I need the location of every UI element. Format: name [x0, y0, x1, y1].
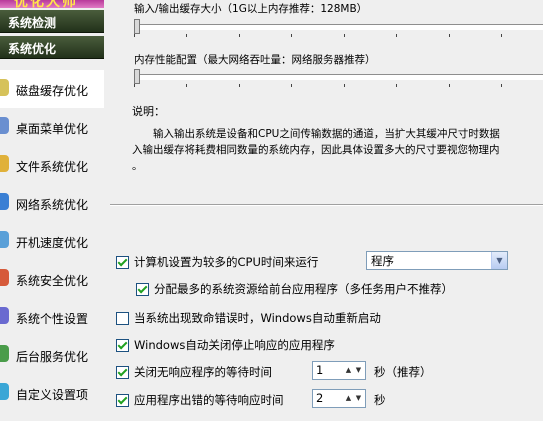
sidebar-item-label: 后台服务优化 [16, 350, 89, 364]
sidebar-item-label: 自定义设置项 [16, 388, 89, 402]
error-wait-unit: 秒 [374, 393, 386, 407]
sidebar-item[interactable]: 网络系统优化 [0, 184, 104, 222]
sidebar-item-label: 开机速度优化 [16, 236, 89, 250]
shield-icon [0, 269, 9, 286]
auto-restart-option[interactable]: 当系统出现致命错误时，Windows自动重新启动 [116, 310, 381, 326]
sidebar-item-label: 网络系统优化 [16, 198, 89, 212]
sidebar-item-label: 系统安全优化 [16, 274, 89, 288]
gear-icon [0, 383, 9, 400]
disk-icon [0, 79, 9, 96]
cpu-time-select[interactable]: 程序 ▼ [366, 251, 508, 270]
io-cache-slider[interactable] [134, 19, 543, 37]
auto-close-option[interactable]: Windows自动关闭停止响应的应用程序 [116, 337, 335, 353]
divider [110, 204, 543, 206]
chevron-down-icon[interactable]: ▼ [491, 252, 507, 269]
service-icon [0, 345, 9, 362]
sidebar-item[interactable]: 系统安全优化 [0, 260, 104, 298]
power-icon [0, 231, 9, 248]
slider-thumb[interactable] [134, 19, 140, 34]
close-wait-option[interactable]: 关闭无响应程序的等待时间 [116, 364, 272, 380]
error-wait-label: 应用程序出错的等待响应时间 [134, 393, 284, 407]
sidebar-item[interactable]: 磁盘缓存优化 [0, 70, 104, 108]
error-wait-option[interactable]: 应用程序出错的等待响应时间 [116, 392, 284, 408]
error-wait-stepper[interactable]: 2 ▲ ▼ [312, 389, 366, 408]
auto-restart-label: 当系统出现致命错误时，Windows自动重新启动 [134, 311, 381, 325]
category-system-check[interactable]: 系统检测 [0, 10, 104, 33]
user-icon [0, 307, 9, 324]
sidebar-item-label: 文件系统优化 [16, 160, 89, 174]
close-wait-stepper[interactable]: 1 ▲ ▼ [312, 361, 366, 380]
close-wait-checkbox[interactable] [116, 365, 129, 379]
app-logo: 优化大师 [0, 0, 104, 8]
auto-close-checkbox[interactable] [116, 338, 129, 352]
folder-icon [0, 155, 9, 172]
sidebar-item[interactable]: 系统个性设置 [0, 298, 104, 336]
sidebar-item[interactable]: 自定义设置项 [0, 374, 104, 412]
cpu-time-option[interactable]: 计算机设置为较多的CPU时间来运行 [116, 254, 318, 270]
cpu-time-label: 计算机设置为较多的CPU时间来运行 [134, 255, 319, 269]
spin-down-icon[interactable]: ▼ [354, 363, 363, 378]
foreground-label: 分配最多的系统资源给前台应用程序（多任务用户不推荐） [154, 282, 453, 296]
auto-restart-checkbox[interactable] [116, 311, 129, 325]
sidebar: 优化大师 系统检测 系统优化 磁盘缓存优化 桌面菜单优化 文件系统优化 网络系统优化开… [0, 0, 104, 421]
slider-track [134, 74, 543, 80]
mem-perf-slider[interactable] [134, 69, 543, 87]
cpu-time-checkbox[interactable] [116, 255, 129, 269]
description-line: 。 [132, 160, 143, 172]
spin-up-icon[interactable]: ▲ [344, 391, 353, 406]
main-panel: 输入/输出缓存大小（1G以上内存推荐：128MB） 内存性能配置（最大网络吞吐量… [104, 0, 543, 421]
mem-perf-label: 内存性能配置（最大网络吞吐量：网络服务器推荐） [134, 54, 376, 66]
spin-down-icon[interactable]: ▼ [354, 391, 363, 406]
slider-track [134, 24, 543, 30]
category-system-optimize[interactable]: 系统优化 [0, 36, 104, 59]
io-cache-label: 输入/输出缓存大小（1G以上内存推荐：128MB） [134, 3, 368, 15]
desktop-icon [0, 117, 9, 134]
globe-icon [0, 193, 9, 210]
error-wait-checkbox[interactable] [116, 393, 129, 407]
spin-up-icon[interactable]: ▲ [344, 363, 353, 378]
sidebar-item[interactable]: 桌面菜单优化 [0, 108, 104, 146]
auto-close-label: Windows自动关闭停止响应的应用程序 [134, 338, 335, 352]
description-label: 说明： [132, 105, 165, 118]
foreground-checkbox[interactable] [136, 282, 149, 296]
nav-list: 磁盘缓存优化 桌面菜单优化 文件系统优化 网络系统优化 开机速度优化 系统安全优化 系统个性… [0, 70, 104, 412]
error-wait-value: 2 [316, 391, 324, 405]
sidebar-item-label: 桌面菜单优化 [16, 122, 89, 136]
sidebar-item-label: 磁盘缓存优化 [16, 84, 89, 98]
description-line: 入输出缓存将耗费相同数量的系统内存，因此具体设置多大的尺寸要视您物理内 [132, 144, 500, 156]
sidebar-item[interactable]: 开机速度优化 [0, 222, 104, 260]
close-wait-unit: 秒（推荐） [374, 365, 432, 379]
sidebar-item[interactable]: 文件系统优化 [0, 146, 104, 184]
foreground-option[interactable]: 分配最多的系统资源给前台应用程序（多任务用户不推荐） [136, 281, 453, 297]
slider-thumb[interactable] [134, 69, 140, 84]
description-text: 输入输出系统是设备和CPU之间传输数据的通道，当扩大其缓冲尺寸时数据 入输出缓存… [132, 126, 500, 174]
description-line: 输入输出系统是设备和CPU之间传输数据的通道，当扩大其缓冲尺寸时数据 [132, 128, 500, 140]
close-wait-value: 1 [316, 363, 324, 377]
cpu-time-value: 程序 [371, 254, 394, 268]
close-wait-label: 关闭无响应程序的等待时间 [134, 365, 272, 379]
sidebar-item-label: 系统个性设置 [16, 312, 89, 326]
sidebar-item[interactable]: 后台服务优化 [0, 336, 104, 374]
